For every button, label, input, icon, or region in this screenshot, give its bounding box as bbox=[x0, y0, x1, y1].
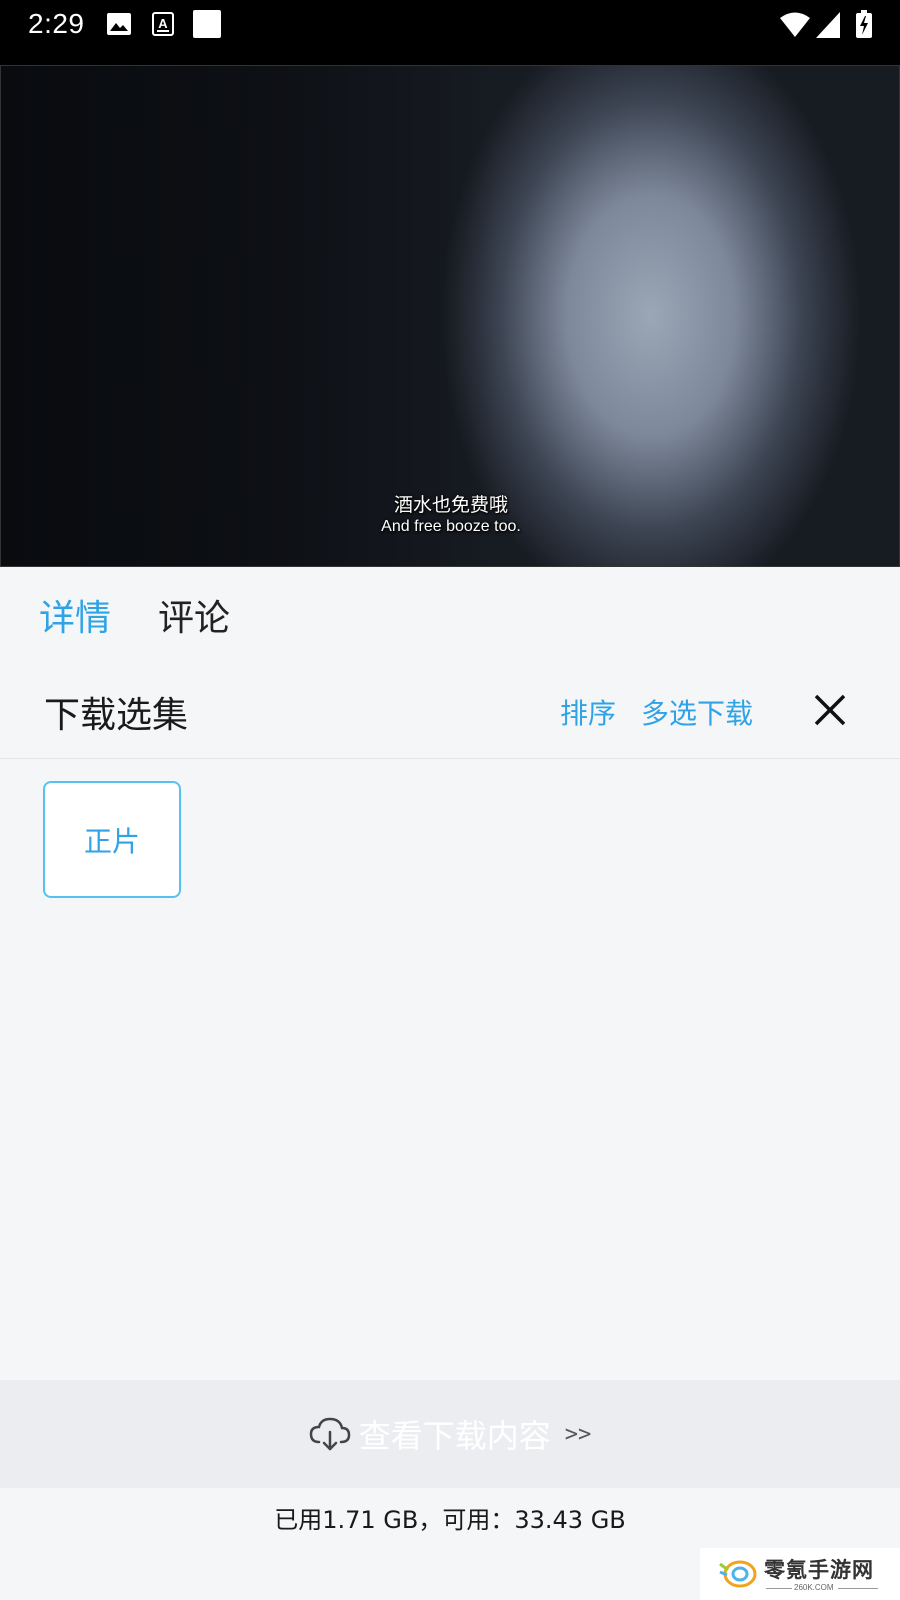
video-player[interactable]: 酒水也免费哦 And free booze too. bbox=[0, 65, 900, 567]
view-downloads-arrow: >> bbox=[564, 1421, 592, 1447]
watermark-url: 260K.COM bbox=[794, 1583, 834, 1592]
font-icon: A bbox=[152, 12, 174, 36]
subtitle-english: And free booze too. bbox=[381, 518, 521, 535]
status-time: 2:29 bbox=[28, 8, 85, 39]
battery-icon bbox=[856, 10, 872, 38]
multi-select-download-button[interactable]: 多选下载 bbox=[641, 692, 753, 732]
notification-icon bbox=[193, 10, 221, 38]
watermark-divider bbox=[766, 1588, 792, 1589]
watermark-logo-icon bbox=[719, 1560, 757, 1588]
screen: 2:29 A 酒水也免费哦 And free booze too. 详情 评论 … bbox=[0, 0, 900, 1600]
download-title: 下载选集 bbox=[44, 695, 189, 736]
view-downloads-button[interactable]: 查看下载内容 >> bbox=[0, 1380, 900, 1488]
episode-item[interactable]: 正片 bbox=[43, 781, 181, 898]
status-bar: 2:29 A bbox=[0, 0, 900, 65]
svg-text:A: A bbox=[158, 16, 168, 31]
tab-comments[interactable]: 评论 bbox=[158, 589, 230, 641]
tab-bar: 详情 评论 bbox=[0, 567, 900, 662]
close-icon[interactable] bbox=[808, 688, 852, 732]
cloud-download-icon bbox=[309, 1417, 350, 1451]
watermark: 零氪手游网 260K.COM bbox=[700, 1548, 900, 1600]
view-downloads-label: 查看下载内容 bbox=[358, 1417, 551, 1455]
wifi-icon bbox=[780, 12, 810, 37]
image-icon bbox=[107, 13, 131, 35]
sort-button[interactable]: 排序 bbox=[560, 692, 616, 732]
tab-details[interactable]: 详情 bbox=[39, 589, 111, 641]
download-header: 下载选集 排序 多选下载 bbox=[0, 662, 900, 759]
watermark-name: 零氪手游网 bbox=[764, 1558, 874, 1582]
subtitle-chinese: 酒水也免费哦 bbox=[393, 494, 508, 516]
watermark-divider bbox=[838, 1588, 878, 1589]
cellular-icon bbox=[816, 12, 840, 38]
storage-info: 已用1.71 GB，可用：33.43 GB bbox=[274, 1506, 626, 1534]
